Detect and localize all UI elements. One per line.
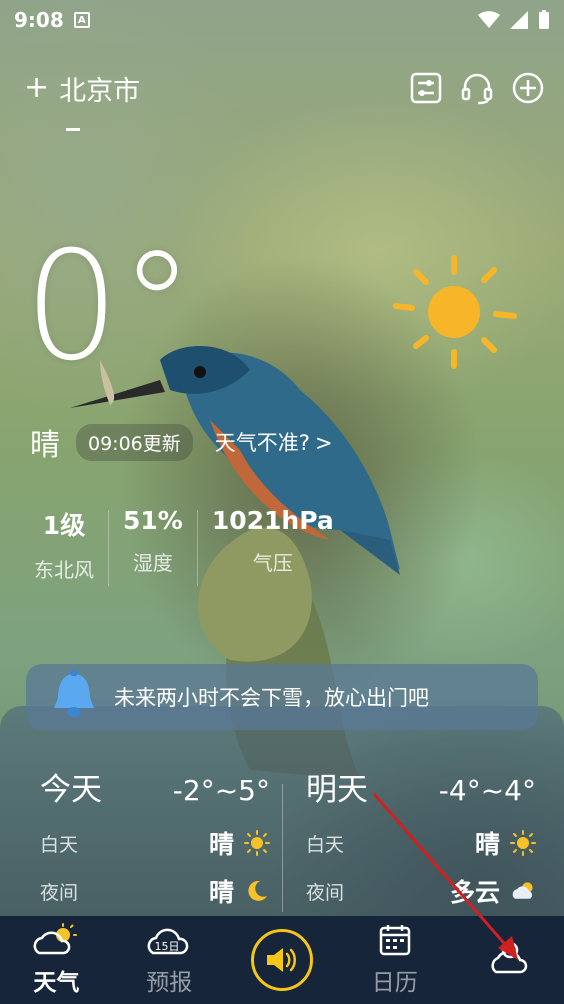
tab-forecast[interactable]: 15日 预报 [119, 923, 219, 997]
calendar-icon [378, 923, 412, 961]
daytime-label: 白天 [306, 833, 345, 856]
tomorrow-night-condition: 多云 [449, 878, 500, 907]
weather-stats: 1级 东北风 51% 湿度 1021hPa 气压 [20, 506, 348, 586]
page-indicator [66, 128, 80, 131]
daytime-label: 白天 [40, 833, 79, 856]
header-actions [410, 71, 544, 105]
wind-value: 1级 [42, 511, 86, 540]
sun-icon [244, 830, 270, 856]
speaker-icon [266, 948, 296, 972]
tab-profile[interactable] [458, 938, 558, 982]
today-night-condition: 晴 [208, 878, 234, 907]
humidity-stat: 51% 湿度 [109, 506, 197, 586]
cell-signal-icon [510, 11, 528, 29]
tomorrow-label: 明天 [306, 772, 368, 808]
tab-forecast-label: 预报 [146, 970, 193, 996]
forecast-divider [282, 784, 283, 912]
settings-sliders-icon[interactable] [410, 72, 442, 104]
forecast-15day-icon: 15日 [147, 923, 191, 961]
today-label: 今天 [40, 772, 102, 808]
add-city-button[interactable]: + [24, 73, 49, 103]
wind-stat: 1级 东北风 [20, 506, 108, 586]
tab-voice[interactable] [232, 929, 332, 991]
night-label: 夜间 [306, 881, 345, 904]
cloud-sun-icon [33, 923, 79, 961]
tab-weather[interactable]: 天气 [6, 923, 106, 997]
precipitation-alert[interactable]: 未来两小时不会下雪，放心出门吧 [26, 664, 538, 730]
tab-weather-label: 天气 [33, 970, 80, 996]
headset-icon[interactable] [460, 71, 494, 105]
forecast-card[interactable]: 今天 -2°~5° 白天 晴 夜间 晴 明天 -4°~4° 白天 晴 夜间 多云 [0, 706, 564, 916]
pressure-value: 1021hPa [211, 506, 334, 535]
status-bar: 9:08 A [0, 0, 564, 40]
tomorrow-day-condition: 晴 [474, 830, 500, 859]
bell-icon [50, 670, 98, 724]
bottom-tab-bar: 天气 15日 预报 日历 [0, 916, 564, 1004]
humidity-label: 湿度 [132, 551, 173, 575]
speaker-button[interactable] [250, 929, 313, 991]
forecast-badge-text: 15日 [155, 940, 180, 953]
status-time: 9:08 [14, 8, 64, 32]
moon-icon [244, 878, 270, 904]
tomorrow-range: -4°~4° [438, 774, 536, 807]
condition-row: 晴 09:06更新 天气不准? > [30, 420, 333, 464]
cloud-person-icon [488, 938, 528, 982]
partly-cloudy-icon [510, 878, 536, 904]
sun-icon [510, 830, 536, 856]
wind-label: 东北风 [34, 558, 94, 582]
today-range: -2°~5° [172, 774, 270, 807]
notification-app-icon: A [73, 12, 90, 28]
update-time-badge: 09:06更新 [76, 423, 193, 461]
header-bar: + 北京市 [24, 66, 544, 110]
battery-icon [539, 10, 549, 29]
tab-calendar[interactable]: 日历 [345, 923, 445, 997]
today-day-condition: 晴 [208, 830, 234, 859]
inaccurate-feedback-link[interactable]: 天气不准? > [215, 427, 333, 457]
add-circle-icon[interactable] [512, 72, 544, 104]
alert-message: 未来两小时不会下雪，放心出门吧 [114, 686, 429, 710]
humidity-value: 51% [123, 506, 183, 535]
status-icons [478, 10, 550, 30]
pressure-label: 气压 [252, 551, 293, 575]
night-label: 夜间 [40, 881, 79, 904]
current-condition: 晴 [30, 428, 60, 463]
chevron-right-icon: > [315, 431, 333, 455]
inaccurate-text: 天气不准? [214, 431, 310, 455]
city-name[interactable]: 北京市 [59, 69, 140, 108]
tab-calendar-label: 日历 [371, 970, 418, 996]
tomorrow-forecast[interactable]: 明天 -4°~4° 白天 晴 夜间 多云 [306, 764, 536, 907]
wifi-icon [478, 11, 500, 28]
current-temperature: 0° [24, 220, 195, 394]
pressure-stat: 1021hPa 气压 [198, 506, 348, 586]
sunny-icon [393, 255, 517, 369]
today-forecast[interactable]: 今天 -2°~5° 白天 晴 夜间 晴 [40, 764, 270, 907]
